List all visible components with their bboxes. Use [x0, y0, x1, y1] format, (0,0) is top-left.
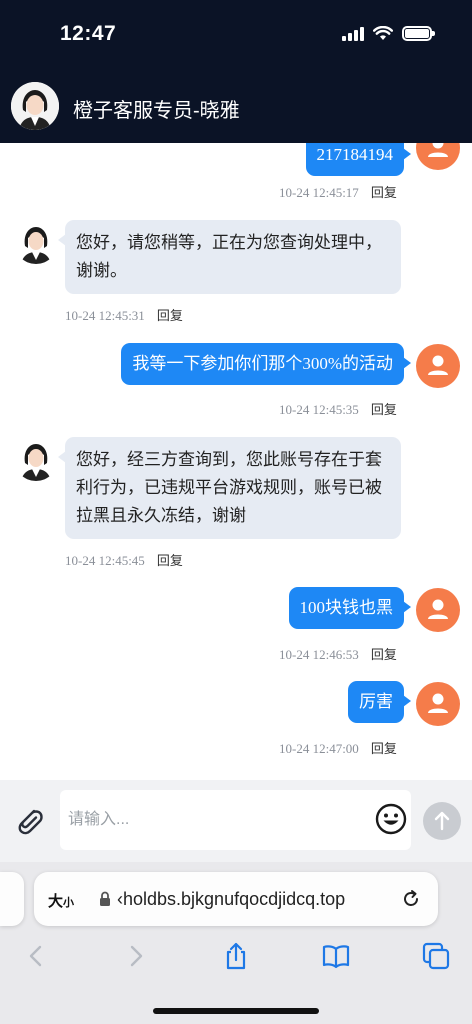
status-icons	[342, 26, 435, 41]
user-avatar	[416, 143, 460, 170]
message-meta: 10-24 12:45:45 回复	[65, 550, 183, 569]
message-timestamp: 10-24 12:46:53	[279, 647, 359, 662]
message-line: 您好，经三方查询到，您此账号存在于套	[76, 450, 382, 469]
message-text: 厉害	[359, 692, 393, 711]
send-button[interactable]	[423, 802, 461, 840]
agent-avatar[interactable]	[11, 82, 59, 130]
url-text[interactable]: ‹holdbs.bjkgnufqocdjidcq.top	[117, 889, 345, 910]
reply-button[interactable]: 回复	[371, 647, 397, 662]
message-timestamp: 10-24 12:45:35	[279, 402, 359, 417]
back-icon[interactable]	[21, 941, 51, 971]
chat-area[interactable]: 217184194 10-24 12:45:17 回复 您好，请您稍等，正在为您查…	[0, 143, 472, 780]
message-timestamp: 10-24 12:45:45	[65, 553, 145, 568]
reply-button[interactable]: 回复	[157, 553, 183, 568]
message-input[interactable]	[60, 790, 411, 850]
agent-message[interactable]: 您好，经三方查询到，您此账号存在于套 利行为，已违规平台游戏规则，账号已被 拉黑…	[58, 437, 401, 539]
status-time: 12:47	[60, 22, 117, 45]
forward-icon[interactable]	[121, 941, 151, 971]
message-timestamp: 10-24 12:45:31	[65, 308, 145, 323]
message-meta: 10-24 12:45:35 回复	[279, 399, 397, 418]
message-timestamp: 10-24 12:47:00	[279, 741, 359, 756]
agent-message[interactable]: 您好，请您稍等，正在为您查询处理中， 谢谢。	[58, 220, 401, 294]
message-text: 100块钱也黑	[299, 598, 394, 617]
message-timestamp: 10-24 12:45:17	[279, 185, 359, 200]
message-line: 利行为，已违规平台游戏规则，账号已被	[76, 478, 382, 497]
message-line: 谢谢。	[76, 261, 127, 280]
lock-icon	[100, 891, 110, 906]
reply-button[interactable]: 回复	[371, 741, 397, 756]
message-meta: 10-24 12:45:17 回复	[279, 182, 397, 201]
user-message[interactable]: 217184194	[305, 143, 411, 176]
paperclip-icon[interactable]	[12, 803, 48, 839]
chat-header: 12:47 橙子客服专员-晓雅	[0, 0, 472, 143]
emoji-icon[interactable]	[375, 803, 407, 835]
battery-icon	[402, 26, 435, 41]
message-meta: 10-24 12:46:53 回复	[279, 644, 397, 663]
message-line: 您好，请您稍等，正在为您查询处理中，	[76, 233, 382, 252]
user-avatar	[416, 344, 460, 388]
message-meta: 10-24 12:47:00 回复	[279, 738, 397, 757]
user-avatar	[416, 682, 460, 726]
arrow-up-icon	[434, 811, 450, 831]
tabs-icon[interactable]	[421, 941, 451, 971]
user-message[interactable]: 我等一下参加你们那个300%的活动	[121, 343, 411, 385]
reload-icon[interactable]	[401, 889, 421, 909]
user-message[interactable]: 100块钱也黑	[288, 587, 411, 629]
agent-avatar	[14, 220, 58, 264]
message-text: 我等一下参加你们那个300%的活动	[132, 354, 393, 373]
bookmarks-icon[interactable]	[321, 941, 351, 971]
message-meta: 10-24 12:45:31 回复	[65, 305, 183, 324]
reply-button[interactable]: 回复	[157, 308, 183, 323]
reply-button[interactable]: 回复	[371, 185, 397, 200]
message-line: 拉黑且永久冻结，谢谢	[76, 506, 246, 525]
previous-tab-edge[interactable]	[0, 872, 24, 926]
wifi-icon	[373, 26, 393, 40]
user-avatar	[416, 588, 460, 632]
share-icon[interactable]	[221, 941, 251, 971]
user-message[interactable]: 厉害	[348, 681, 411, 723]
message-text: 217184194	[316, 145, 394, 164]
agent-avatar	[14, 437, 58, 481]
reply-button[interactable]: 回复	[371, 402, 397, 417]
agent-name: 橙子客服专员-晓雅	[73, 100, 240, 122]
text-size-button[interactable]: 大小	[48, 890, 74, 911]
home-indicator	[153, 1008, 319, 1014]
signal-icon	[342, 26, 364, 41]
